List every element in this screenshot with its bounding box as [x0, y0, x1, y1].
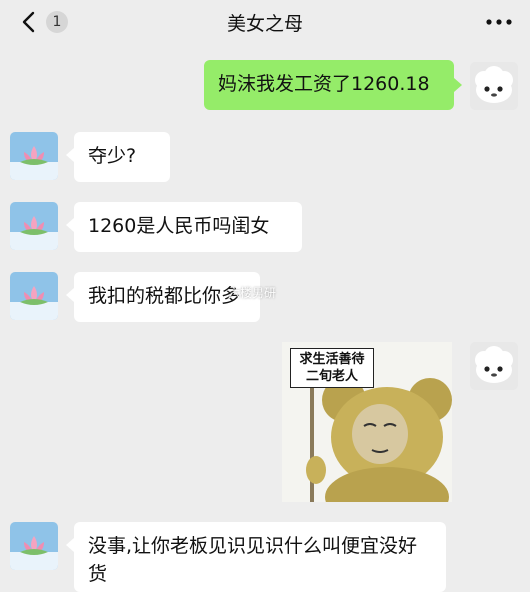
message-bubble-received[interactable]: 1260是人民币吗闺女 [74, 202, 302, 252]
lotus-avatar-icon[interactable] [10, 522, 58, 570]
chat-title: 美女之母 [226, 13, 303, 35]
bubble-tail [66, 288, 74, 302]
sticker-caption: 求生活善待 二旬老人 [290, 348, 374, 388]
bubble-tail [66, 148, 74, 162]
sheep-avatar-icon[interactable] [470, 62, 518, 110]
more-horizontal-icon[interactable] [484, 10, 514, 34]
sheep-avatar-icon[interactable] [470, 342, 518, 390]
sticker-message[interactable]: 求生活善待 二旬老人 [282, 342, 452, 502]
bubble-tail [454, 78, 462, 92]
message-text: 我扣的税都比你多 [88, 285, 241, 307]
message-text: 夺少? [88, 145, 137, 167]
watermark-text: 六楼男研 [228, 286, 277, 300]
message-bubble-sent[interactable]: 妈沫我发工资了1260.18 [204, 60, 454, 110]
bubble-tail [66, 218, 74, 232]
message-bubble-received[interactable]: 夺少? [74, 132, 170, 182]
message-text: 1260是人民币吗闺女 [88, 215, 270, 237]
message-text: 妈沫我发工资了1260.18 [218, 73, 430, 95]
message-bubble-received[interactable]: 没事,让你老板见识见识什么叫便宜没好货 [74, 522, 446, 592]
sticker-caption-text: 求生活善待 二旬老人 [299, 352, 365, 384]
lotus-avatar-icon[interactable] [10, 202, 58, 250]
lotus-avatar-icon[interactable] [10, 132, 58, 180]
bubble-tail [66, 538, 74, 552]
message-text: 没事,让你老板见识见识什么叫便宜没好货 [88, 535, 418, 585]
chat-header: 1 美女之母 [0, 0, 530, 44]
lotus-avatar-icon[interactable] [10, 272, 58, 320]
